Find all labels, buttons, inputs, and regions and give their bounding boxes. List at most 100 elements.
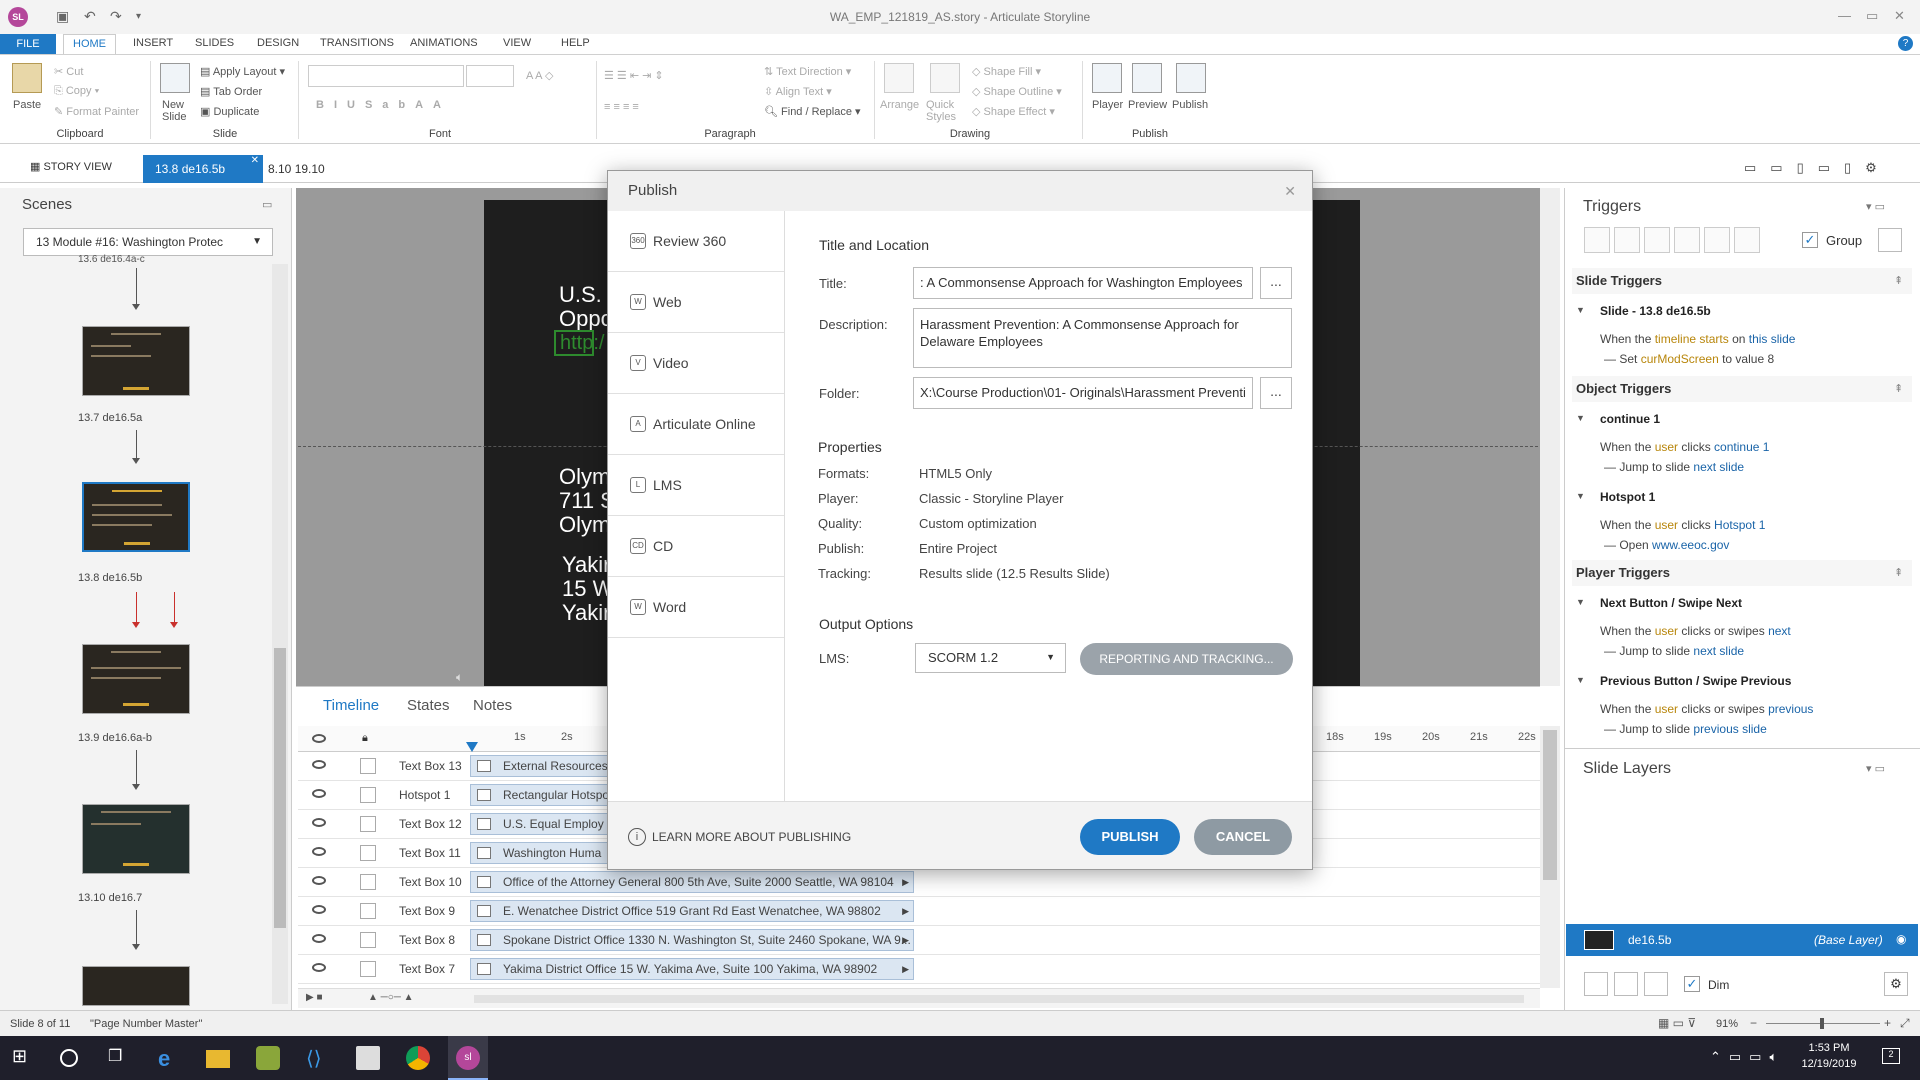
new-layer-button[interactable]	[1584, 972, 1608, 996]
chevron-down-icon[interactable]: ▼	[1576, 413, 1585, 423]
player-triggers-header[interactable]: Player Triggers	[1572, 560, 1912, 586]
duplicate-layer-button[interactable]	[1614, 972, 1638, 996]
new-slide-icon[interactable]	[160, 63, 190, 93]
slide-thumbnail[interactable]	[82, 326, 190, 396]
property-value[interactable]: Custom optimization	[919, 516, 1037, 531]
tab-timeline[interactable]: Timeline	[323, 697, 379, 714]
tab-view[interactable]: VIEW	[503, 37, 531, 49]
panel-float-icon[interactable]: ▭	[262, 198, 272, 211]
align-icons[interactable]: ≡ ≡ ≡ ≡	[604, 101, 639, 113]
playhead-icon[interactable]	[466, 742, 478, 752]
trigger-condition[interactable]: When the user clicks or swipes previous	[1600, 702, 1813, 716]
nav-web[interactable]: W Web	[608, 272, 784, 333]
lock-checkbox[interactable]	[360, 758, 376, 774]
help-icon[interactable]: ?	[1898, 36, 1913, 51]
learn-more-link[interactable]: LEARN MORE ABOUT PUBLISHING	[652, 830, 851, 844]
chevron-down-icon[interactable]: ▼	[1576, 597, 1585, 607]
minimize-icon[interactable]: —	[1838, 8, 1851, 23]
collapse-icon[interactable]: ⇞	[1894, 274, 1903, 287]
collapse-icon[interactable]: ⇞	[1894, 382, 1903, 395]
system-tray-icons[interactable]: ⌃▭▭🔈︎	[1710, 1049, 1785, 1065]
quick-styles-label[interactable]: Quick Styles	[926, 99, 966, 123]
tab-transitions[interactable]: TRANSITIONS	[320, 37, 394, 49]
tab-help[interactable]: HELP	[561, 37, 590, 49]
shape-effect-button[interactable]: ◇ Shape Effect ▾	[972, 105, 1055, 118]
collapse-icon[interactable]: ⇞	[1894, 566, 1903, 579]
eye-icon[interactable]	[312, 847, 326, 856]
lock-checkbox[interactable]	[360, 961, 376, 977]
trigger-condition[interactable]: When the user clicks Hotspot 1	[1600, 518, 1765, 532]
cancel-button[interactable]: CANCEL	[1194, 819, 1292, 855]
tab-notes[interactable]: Notes	[473, 697, 512, 714]
publish-label[interactable]: Publish	[1172, 99, 1208, 111]
title-browse-button[interactable]: ...	[1260, 267, 1292, 299]
notifications-icon[interactable]: 2	[1882, 1048, 1900, 1064]
eye-icon[interactable]	[312, 876, 326, 885]
apply-layout-button[interactable]: ▤ Apply Layout ▾	[200, 65, 285, 78]
eye-icon[interactable]	[312, 818, 326, 827]
panel-menu-icon[interactable]: ▾ ▭	[1866, 200, 1885, 213]
duplicate-button[interactable]: ▣ Duplicate	[200, 105, 259, 118]
search-icon[interactable]	[60, 1049, 78, 1067]
vscode-icon[interactable]: ⟨⟩	[306, 1046, 330, 1070]
preview-label[interactable]: Preview	[1128, 99, 1167, 111]
play-icon[interactable]: ▶ ■	[306, 992, 323, 1003]
nav-review-360[interactable]: 360 Review 360	[608, 211, 784, 272]
paste-trigger-button[interactable]	[1674, 227, 1700, 253]
font-size-select[interactable]	[466, 65, 514, 87]
nav-cd[interactable]: CD CD	[608, 516, 784, 577]
slide-trigger-name[interactable]: Slide - 13.8 de16.5b	[1600, 304, 1711, 318]
tab-animations[interactable]: ANIMATIONS	[410, 37, 478, 49]
chrome-icon[interactable]	[406, 1046, 430, 1070]
paste-icon[interactable]	[12, 63, 42, 93]
tab-other-slide[interactable]: 8.10 19.10	[268, 162, 325, 176]
tab-design[interactable]: DESIGN	[257, 37, 299, 49]
list-icons[interactable]: ☰ ☰ ⇤ ⇥ ⇕	[604, 69, 664, 82]
quick-styles-icon[interactable]	[930, 63, 960, 93]
arrange-label[interactable]: Arrange	[880, 99, 919, 111]
layer-settings-icon[interactable]: ⚙	[1884, 972, 1908, 996]
folder-browse-button[interactable]: ...	[1260, 377, 1292, 409]
tab-insert[interactable]: INSERT	[133, 37, 173, 49]
new-trigger-button[interactable]	[1584, 227, 1610, 253]
preview-icon[interactable]	[1132, 63, 1162, 93]
lock-checkbox[interactable]	[360, 932, 376, 948]
lock-checkbox[interactable]	[360, 845, 376, 861]
lock-checkbox[interactable]	[360, 816, 376, 832]
app-icon[interactable]	[256, 1046, 280, 1070]
close-tab-icon[interactable]: ✕	[251, 147, 259, 175]
publish-icon[interactable]	[1176, 63, 1206, 93]
clock-date[interactable]: 12/19/2019	[1794, 1058, 1864, 1070]
shape-outline-button[interactable]: ◇ Shape Outline ▾	[972, 85, 1062, 98]
file-explorer-icon[interactable]	[206, 1050, 230, 1068]
player-trigger-name[interactable]: Previous Button / Swipe Previous	[1600, 674, 1791, 688]
eye-icon[interactable]	[312, 934, 326, 943]
device-view-icons[interactable]: ▭▭▯▭▯⚙	[1744, 160, 1891, 176]
eye-icon[interactable]	[312, 789, 326, 798]
variables-icon[interactable]	[1878, 228, 1902, 252]
story-view-tab[interactable]: ▦ STORY VIEW	[30, 160, 112, 173]
slide-thumbnail[interactable]	[82, 804, 190, 874]
player-icon[interactable]	[1092, 63, 1122, 93]
timeline-row[interactable]: Text Box 8 Spokane District Office 1330 N…	[298, 926, 1540, 955]
scene-select[interactable]: 13 Module #16: Washington Protec ▼	[23, 228, 273, 256]
zoom-in-icon[interactable]: +	[1884, 1016, 1891, 1030]
font-family-select[interactable]	[308, 65, 464, 87]
slide-hotspot-link[interactable]: http:/	[554, 330, 604, 356]
player-trigger-name[interactable]: Next Button / Swipe Next	[1600, 596, 1742, 610]
delete-trigger-button[interactable]	[1704, 227, 1730, 253]
scenes-scrollbar[interactable]	[272, 264, 288, 1004]
edge-icon[interactable]: e	[158, 1046, 182, 1071]
trigger-action[interactable]: — Jump to slide next slide	[1604, 644, 1744, 658]
paste-label[interactable]: Paste	[13, 99, 41, 111]
nav-lms[interactable]: L LMS	[608, 455, 784, 516]
slide-thumbnail[interactable]	[82, 966, 190, 1006]
fit-icon[interactable]: ⤢	[1900, 1016, 1910, 1031]
store-icon[interactable]	[356, 1046, 380, 1070]
slide-thumbnail-selected[interactable]	[82, 482, 190, 552]
trigger-action[interactable]: — Open www.eeoc.gov	[1604, 538, 1729, 552]
group-checkbox[interactable]: ✓	[1802, 232, 1818, 248]
panel-menu-icon[interactable]: ▾ ▭	[1866, 762, 1885, 775]
property-value[interactable]: Results slide (12.5 Results Slide)	[919, 566, 1110, 581]
taskbar-storyline-item[interactable]: sl	[448, 1036, 488, 1080]
